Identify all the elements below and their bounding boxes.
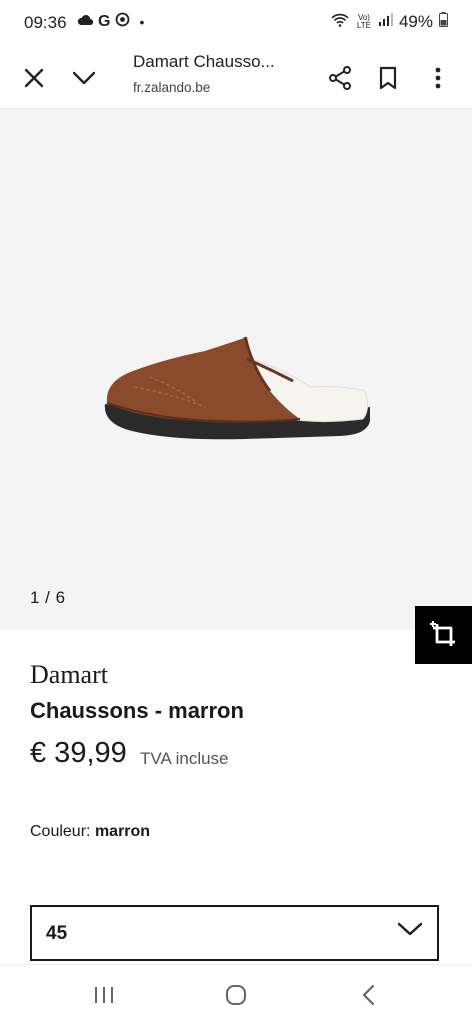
image-counter: 1 / 6: [30, 588, 66, 607]
more-vert-icon: [435, 67, 441, 89]
custom-tab-toolbar: Damart Chausso... fr.zalando.be: [0, 48, 472, 109]
wifi-icon: [331, 13, 349, 32]
crop-icon: [429, 621, 455, 646]
signal-icon: [378, 13, 393, 31]
recents-button[interactable]: [84, 979, 124, 1011]
size-selected-value: 45: [46, 923, 68, 944]
more-options-button[interactable]: [418, 58, 458, 98]
color-info: Couleur: marron: [30, 823, 150, 841]
battery-icon: [439, 12, 448, 32]
close-button[interactable]: [14, 58, 54, 98]
dot-icon: •: [139, 14, 145, 30]
share-button[interactable]: [320, 58, 360, 98]
recents-icon: [95, 987, 113, 1003]
back-icon: [362, 984, 375, 1006]
page-title[interactable]: Damart Chausso...: [133, 52, 275, 72]
google-icon: G: [98, 13, 111, 30]
status-bar: 09:36 G • Vo) LTE 49%: [0, 0, 472, 48]
battery-percent: 49%: [398, 12, 433, 31]
chevron-down-icon: [72, 71, 96, 85]
product-name: Chaussons - marron: [30, 698, 244, 723]
system-nav-bar: [0, 964, 472, 1025]
color-value: marron: [94, 823, 151, 840]
home-icon: [226, 985, 246, 1005]
status-system-icons: Vo) LTE 49%: [331, 12, 448, 32]
home-button[interactable]: [216, 979, 256, 1011]
close-icon: [24, 68, 44, 88]
share-icon: [329, 66, 351, 90]
image-crop-button[interactable]: [415, 606, 472, 664]
bookmark-button[interactable]: [368, 58, 408, 98]
product-image-gallery[interactable]: 1 / 6: [0, 109, 472, 630]
camera-lens-icon: [115, 12, 130, 32]
product-price: € 39,99: [30, 737, 127, 769]
bookmark-icon: [379, 66, 397, 90]
status-time: 09:36: [24, 13, 67, 32]
back-button[interactable]: [348, 979, 388, 1011]
chevron-down-icon: [397, 922, 423, 936]
page-url[interactable]: fr.zalando.be: [133, 80, 210, 95]
cloud-icon: [77, 13, 94, 31]
volte-label: Vo) LTE: [356, 13, 371, 30]
status-notification-icons: G •: [77, 12, 144, 32]
color-label: Couleur:: [30, 823, 91, 840]
product-image: [104, 336, 370, 440]
size-select[interactable]: 45: [30, 905, 439, 961]
tax-note: TVA incluse: [140, 749, 229, 768]
product-brand[interactable]: Damart: [30, 660, 108, 690]
minimize-button[interactable]: [64, 58, 104, 98]
